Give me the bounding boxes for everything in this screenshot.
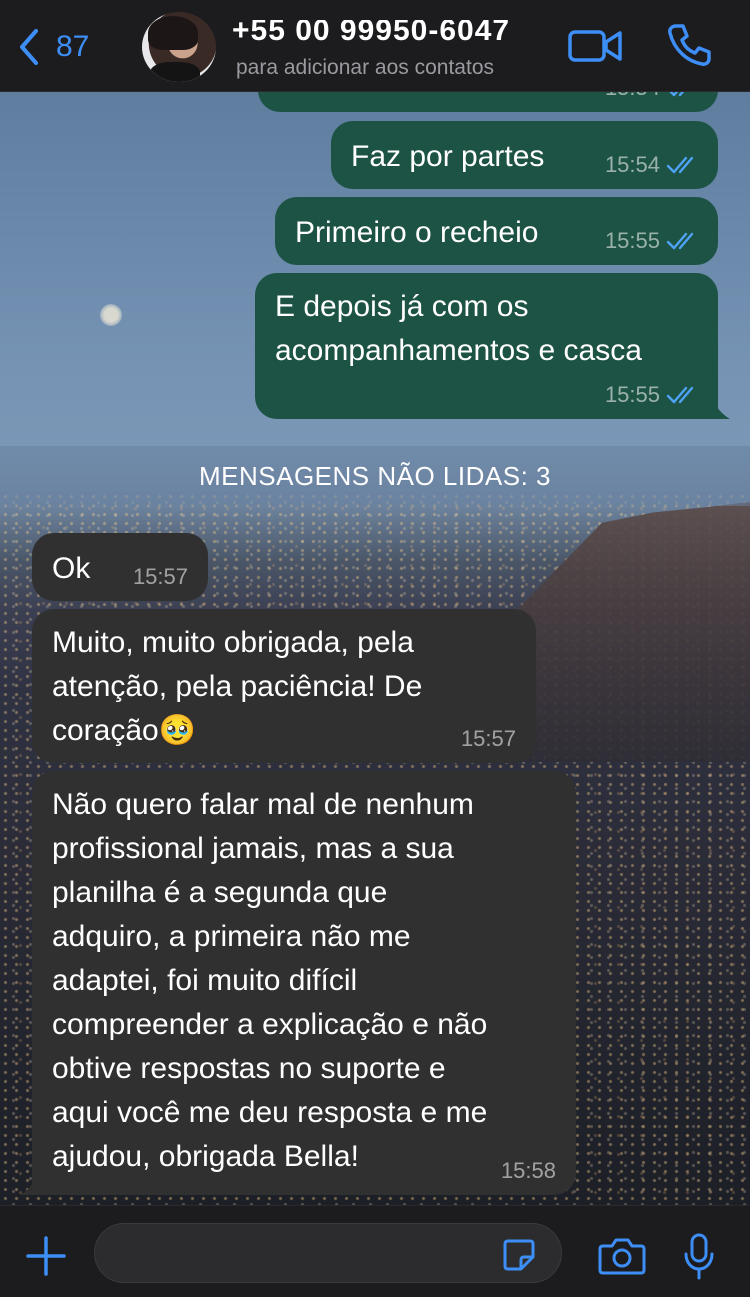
message-time: 15:57: [460, 726, 516, 751]
message-bubble-outgoing-partial[interactable]: 15:54: [258, 92, 718, 112]
message-input[interactable]: [94, 1223, 562, 1283]
message-time: 15:54: [605, 92, 660, 100]
message-text: Muito, muito obrigada, pela atenção, pel…: [52, 626, 423, 747]
message-time: 15:58: [500, 1158, 556, 1183]
chat-header: 87 +55 00 99950-6047 para adicionar aos …: [0, 0, 750, 92]
message-meta: 15:57: [461, 727, 516, 751]
message-meta: 15:55: [605, 383, 698, 407]
read-ticks-icon: [666, 156, 694, 174]
message-time: 15:54: [604, 152, 660, 177]
composer-bar: [0, 1205, 750, 1297]
video-camera-icon[interactable]: [566, 22, 624, 70]
message-bubble-outgoing[interactable]: Primeiro o recheio 15:55: [275, 197, 718, 265]
message-meta: 15:54: [605, 92, 698, 100]
sticker-icon[interactable]: [502, 1238, 536, 1272]
contact-name[interactable]: +55 00 99950-6047: [232, 20, 550, 44]
microphone-icon[interactable]: [682, 1232, 716, 1282]
unread-messages-banner: MENSAGENS NÃO LIDAS: 3: [0, 446, 750, 506]
message-meta: 15:58: [501, 1159, 556, 1183]
bubble-tail: [20, 1171, 48, 1195]
message-time: 15:55: [604, 228, 660, 253]
message-time: 15:57: [132, 564, 188, 589]
message-bubble-incoming[interactable]: Ok 15:57: [32, 533, 208, 601]
unread-chats-count: 87: [56, 30, 90, 63]
read-ticks-icon: [666, 386, 694, 404]
contact-subtitle[interactable]: para adicionar aos contatos: [236, 56, 494, 80]
back-button[interactable]: 87: [14, 22, 89, 72]
camera-icon[interactable]: [598, 1236, 646, 1276]
avatar[interactable]: [142, 12, 216, 82]
chat-area[interactable]: 15:54 Faz por partes 15:54 Primeiro o re…: [0, 92, 750, 1205]
message-bubble-incoming[interactable]: Muito, muito obrigada, pela atenção, pel…: [32, 609, 536, 763]
message-text: E depois já com os acompanhamentos e cas…: [275, 290, 642, 367]
chevron-left-icon: [20, 29, 38, 65]
read-ticks-icon: [669, 92, 685, 97]
plus-icon[interactable]: [24, 1234, 68, 1278]
phone-icon[interactable]: [664, 20, 714, 70]
wallpaper-moon: [100, 304, 122, 326]
message-meta: 15:57: [133, 565, 188, 589]
message-meta: 15:55: [605, 229, 698, 253]
bubble-tail: [702, 395, 730, 419]
message-meta: 15:54: [605, 153, 698, 177]
message-bubble-outgoing[interactable]: E depois já com os acompanhamentos e cas…: [255, 273, 730, 419]
message-text: Não quero falar mal de nenhum profission…: [52, 788, 488, 1173]
read-ticks-icon: [666, 232, 694, 250]
message-time: 15:55: [604, 382, 660, 407]
message-bubble-incoming[interactable]: Não quero falar mal de nenhum profission…: [20, 771, 576, 1195]
message-bubble-outgoing[interactable]: Faz por partes 15:54: [331, 121, 718, 189]
